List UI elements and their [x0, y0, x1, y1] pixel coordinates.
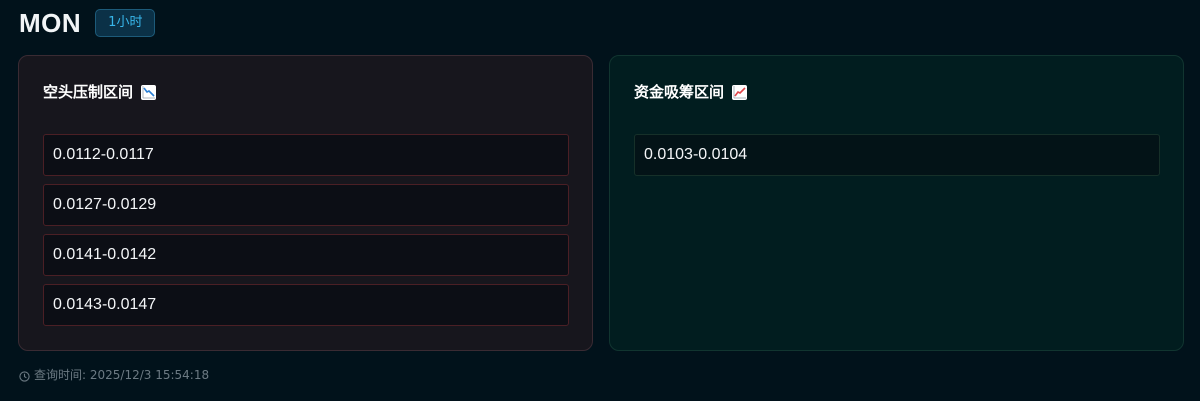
- chart-decreasing-icon: [141, 84, 157, 100]
- resistance-zone: 0.0143-0.0147: [43, 284, 569, 326]
- clock-icon: [19, 370, 30, 382]
- support-zone: 0.0103-0.0104: [634, 134, 1160, 176]
- resistance-zone: 0.0112-0.0117: [43, 134, 569, 176]
- support-zone-list: 0.0103-0.0104: [634, 134, 1160, 184]
- timeframe-badge[interactable]: 1小时: [95, 9, 156, 37]
- resistance-panel-header: 空头压制区间: [43, 82, 157, 102]
- resistance-zone: 0.0127-0.0129: [43, 184, 569, 226]
- resistance-zone-list: 0.0112-0.0117 0.0127-0.0129 0.0141-0.014…: [43, 134, 569, 334]
- support-panel-header: 资金吸筹区间: [634, 82, 748, 102]
- support-panel: 资金吸筹区间 0.0103-0.0104: [609, 55, 1184, 351]
- query-time-text: 查询时间: 2025/12/3 15:54:18: [34, 368, 210, 382]
- resistance-panel-title: 空头压制区间: [43, 83, 134, 101]
- chart-increasing-icon: [732, 84, 748, 100]
- query-time: 查询时间: 2025/12/3 15:54:18: [19, 367, 209, 383]
- resistance-zone: 0.0141-0.0142: [43, 234, 569, 276]
- page: MON 1小时 空头压制区间 0.0112-0.0117 0.0127-0.01…: [0, 0, 1200, 401]
- header: MON 1小时: [19, 8, 156, 38]
- resistance-panel: 空头压制区间 0.0112-0.0117 0.0127-0.0129 0.014…: [18, 55, 593, 351]
- support-panel-title: 资金吸筹区间: [634, 83, 725, 101]
- symbol-title: MON: [19, 8, 82, 38]
